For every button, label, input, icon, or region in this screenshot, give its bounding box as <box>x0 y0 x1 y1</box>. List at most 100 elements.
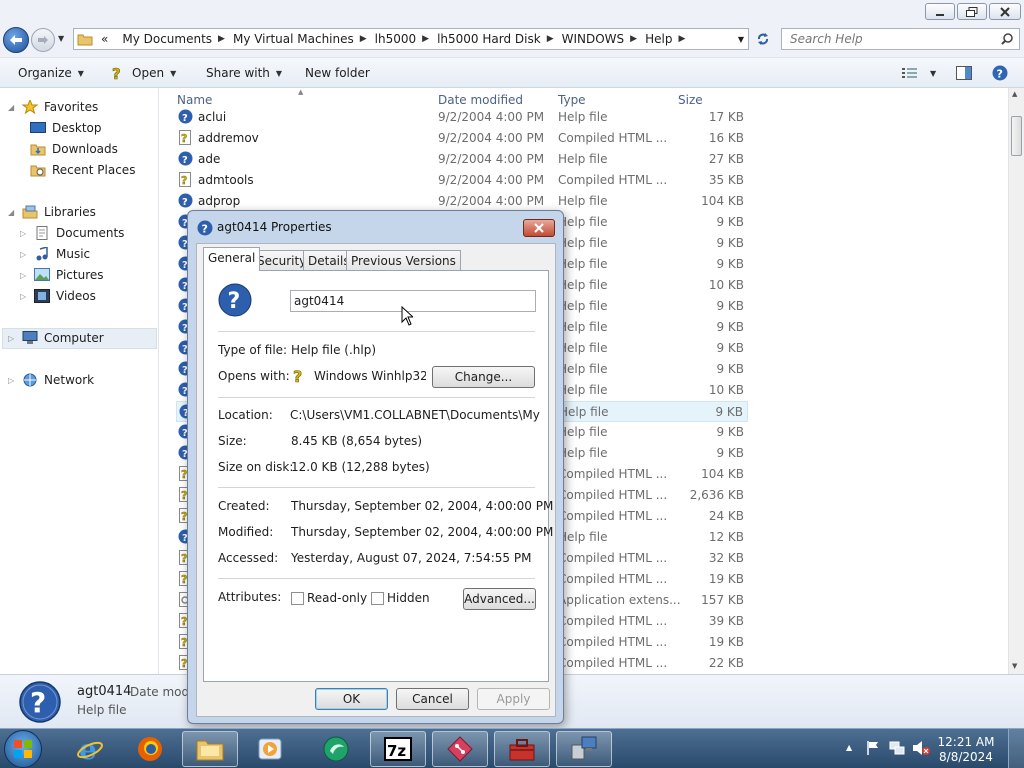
search-input[interactable]: Search Help <box>781 28 1020 50</box>
breadcrumb-lh5000[interactable]: lh5000 <box>367 32 422 46</box>
search-icon[interactable] <box>1001 33 1013 45</box>
back-arrow-icon[interactable] <box>3 27 29 53</box>
table-row[interactable]: ? addremov 9/2/2004 4:00 PM Compiled HTML .… <box>176 128 748 149</box>
nav-music[interactable]: ▷ Music <box>20 245 90 263</box>
advanced-button[interactable]: Advanced... <box>463 588 536 610</box>
filename-input[interactable]: agt0414 <box>290 290 536 312</box>
new-folder-button[interactable]: New folder <box>305 58 370 88</box>
search-placeholder: Search Help <box>790 32 863 46</box>
scroll-up-icon[interactable]: ▲ <box>1012 90 1017 98</box>
apply-button[interactable]: Apply <box>477 688 550 710</box>
table-row[interactable]: ? admtools 9/2/2004 4:00 PM Compiled HTML .… <box>176 170 748 191</box>
help-icon[interactable]: ? <box>992 58 1008 88</box>
minimize-icon[interactable] <box>925 3 955 20</box>
breadcrumb-separator-icon[interactable]: ▶ <box>360 34 367 44</box>
windows-explorer-taskbar-button[interactable] <box>182 731 238 767</box>
nav-documents[interactable]: ▷ Documents <box>20 224 124 242</box>
collapsed-arrow-icon[interactable]: ▷ <box>20 229 28 238</box>
breadcrumb-my-documents[interactable]: My Documents <box>114 32 218 46</box>
breadcrumb-separator-icon[interactable]: ▶ <box>218 34 225 44</box>
breadcrumb-lh5000-hard-disk[interactable]: lh5000 Hard Disk <box>429 32 547 46</box>
file-size: 9 KB <box>716 257 744 271</box>
collapsed-arrow-icon[interactable]: ▷ <box>8 334 16 343</box>
green-app-icon[interactable] <box>308 731 364 767</box>
nav-videos[interactable]: ▷ Videos <box>20 287 96 305</box>
forward-arrow-icon[interactable] <box>31 28 55 52</box>
dialog-close-icon[interactable] <box>523 219 555 237</box>
breadcrumb-separator-icon[interactable]: ▶ <box>678 34 685 44</box>
action-center-flag-icon[interactable] <box>866 740 880 756</box>
address-dropdown-icon[interactable]: ▼ <box>738 35 744 44</box>
volume-muted-icon[interactable] <box>912 740 930 756</box>
7zip-icon[interactable]: 7z <box>370 731 426 767</box>
nav-libraries[interactable]: ◢ Libraries <box>8 203 96 221</box>
tab-previous-versions[interactable]: Previous Versions <box>346 250 461 270</box>
show-hidden-icons-icon[interactable]: ▲ <box>846 743 852 752</box>
collapsed-arrow-icon[interactable]: ▷ <box>20 271 28 280</box>
column-header-name[interactable]: Name <box>177 93 212 107</box>
change-button[interactable]: Change... <box>432 366 535 388</box>
size-on-disk-label: Size on disk: <box>218 460 294 474</box>
share-with-button[interactable]: Share with ▼ <box>206 58 282 88</box>
nav-recent-places[interactable]: Recent Places <box>30 161 135 179</box>
nav-desktop[interactable]: Desktop <box>30 119 102 137</box>
git-client-icon[interactable] <box>432 731 488 767</box>
cancel-button[interactable]: Cancel <box>396 688 469 710</box>
internet-explorer-icon[interactable]: e <box>62 731 118 767</box>
address-bar[interactable]: « My Documents ▶ My Virtual Machines ▶ lh5… <box>73 28 749 50</box>
table-row[interactable]: ? aclui 9/2/2004 4:00 PM Help file 17 KB <box>176 107 748 128</box>
expanded-arrow-icon[interactable]: ◢ <box>8 103 16 112</box>
nav-favorites[interactable]: ◢ Favorites <box>8 98 98 116</box>
column-header-type[interactable]: Type <box>558 93 586 107</box>
nav-pictures[interactable]: ▷ Pictures <box>20 266 104 284</box>
folder-icon <box>77 32 95 46</box>
remote-desktop-icon[interactable] <box>556 731 612 767</box>
breadcrumb-windows[interactable]: WINDOWS <box>554 32 631 46</box>
nav-computer[interactable]: ▷ Computer <box>8 329 104 347</box>
preview-pane-icon[interactable] <box>956 58 972 88</box>
table-row[interactable]: ? ade 9/2/2004 4:00 PM Help file 27 KB <box>176 149 748 170</box>
recent-pages-chevron-icon[interactable]: ▼ <box>58 34 64 43</box>
hidden-label[interactable]: Hidden <box>387 591 430 605</box>
column-header-date-modified[interactable]: Date modified <box>438 93 523 107</box>
media-player-icon[interactable] <box>242 731 298 767</box>
svg-text:?: ? <box>182 113 188 124</box>
svg-text:?: ? <box>228 289 241 314</box>
toolbox-icon[interactable] <box>494 731 550 767</box>
nav-network[interactable]: ▷ Network <box>8 371 94 389</box>
system-clock[interactable]: 12:21 AM 8/8/2024 <box>936 735 996 765</box>
breadcrumb-my-virtual-machines[interactable]: My Virtual Machines <box>225 32 360 46</box>
vertical-scrollbar[interactable]: ▲ ▼ <box>1008 88 1024 674</box>
expanded-arrow-icon[interactable]: ◢ <box>8 208 16 217</box>
collapsed-arrow-icon[interactable]: ▷ <box>20 250 28 259</box>
breadcrumb-separator-icon[interactable]: ▶ <box>547 34 554 44</box>
table-row[interactable]: ? adprop 9/2/2004 4:00 PM Help file 104 KB <box>176 191 748 212</box>
breadcrumb-separator-icon[interactable]: ▶ <box>630 34 637 44</box>
restore-icon[interactable] <box>957 3 987 20</box>
hidden-checkbox[interactable] <box>371 592 384 605</box>
tab-general[interactable]: General <box>203 247 261 271</box>
collapsed-arrow-icon[interactable]: ▷ <box>20 292 28 301</box>
organize-button[interactable]: Organize ▼ <box>18 58 84 88</box>
show-desktop-button[interactable] <box>1008 729 1024 768</box>
breadcrumb-separator-icon[interactable]: ▶ <box>422 34 429 44</box>
breadcrumb-help[interactable]: Help <box>637 32 678 46</box>
refresh-icon[interactable] <box>753 30 773 48</box>
ok-button[interactable]: OK <box>315 688 388 710</box>
collapsed-arrow-icon[interactable]: ▷ <box>8 376 16 385</box>
view-list-icon <box>902 67 918 79</box>
start-button[interactable] <box>4 730 42 768</box>
readonly-checkbox[interactable] <box>291 592 304 605</box>
open-button[interactable]: ? Open ▼ <box>110 58 177 88</box>
change-view-button[interactable]: ▼ <box>902 58 936 88</box>
firefox-icon[interactable] <box>122 731 178 767</box>
column-header-size[interactable]: Size <box>678 93 703 107</box>
close-icon[interactable] <box>989 3 1021 20</box>
scrollbar-thumb[interactable] <box>1011 116 1022 156</box>
network-status-icon[interactable] <box>889 740 905 756</box>
scroll-down-icon[interactable]: ▼ <box>1012 662 1017 670</box>
readonly-label[interactable]: Read-only <box>307 591 367 605</box>
breadcrumb-overflow[interactable]: « <box>95 32 114 46</box>
nav-downloads[interactable]: Downloads <box>30 140 118 158</box>
open-label: Open <box>132 66 165 80</box>
